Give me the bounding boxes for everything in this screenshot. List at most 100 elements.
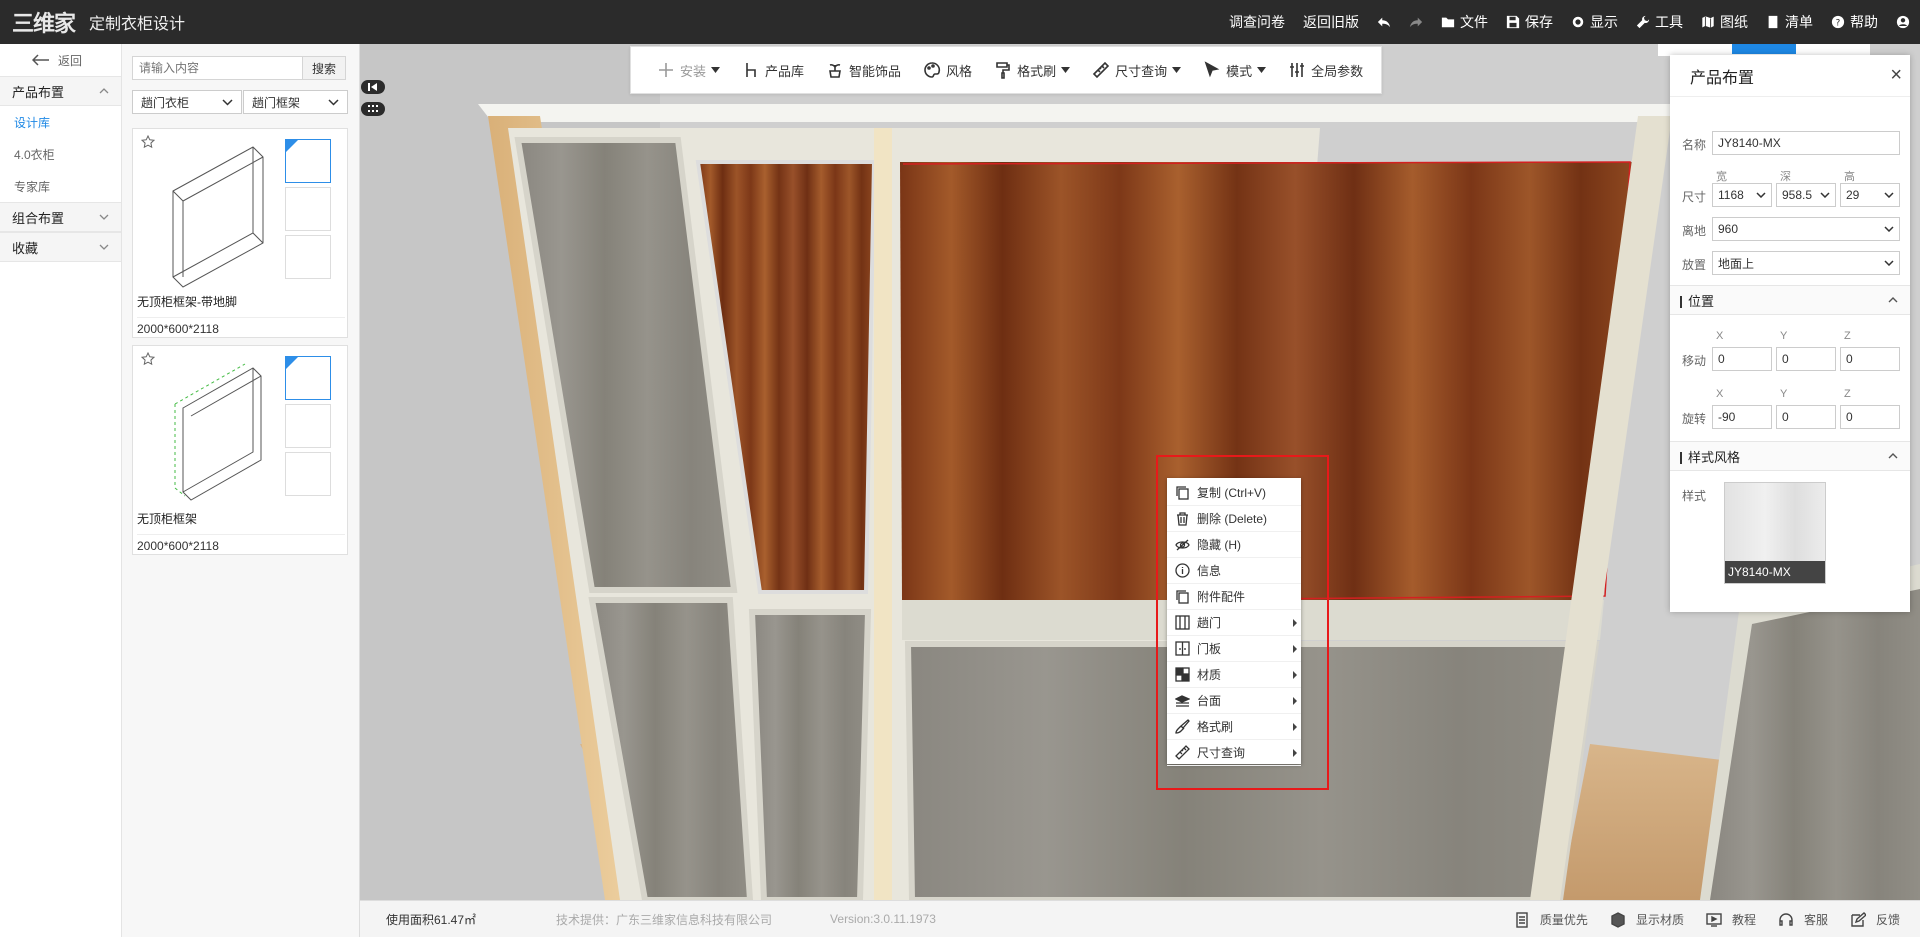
variant-list xyxy=(285,356,331,496)
name-value: JY8140-MX xyxy=(1718,136,1781,150)
width-select[interactable]: 1168 xyxy=(1712,183,1772,207)
variant-thumb[interactable] xyxy=(285,452,331,496)
install-button[interactable]: 安装 xyxy=(657,61,721,80)
product-card[interactable]: 无顶柜框架-带地脚 2000*600*2118 xyxy=(132,128,348,338)
search-row: 搜索 xyxy=(132,56,346,80)
collapse-panel-button[interactable] xyxy=(361,80,385,94)
chevron-down-icon xyxy=(99,244,109,250)
rotate-y-input[interactable]: 0 xyxy=(1776,405,1836,429)
search-input[interactable] xyxy=(132,56,302,80)
move-x-input[interactable]: 0 xyxy=(1712,347,1772,371)
format-brush-button[interactable]: 格式刷 xyxy=(994,61,1071,80)
quality-toggle[interactable]: 质量优先 xyxy=(1514,911,1588,928)
context-menu-item[interactable]: 删除 (Delete) xyxy=(1167,506,1301,532)
context-menu-item[interactable]: 格式刷 xyxy=(1167,714,1301,740)
nav-section-product-layout[interactable]: 产品布置 xyxy=(0,76,121,106)
old-version-link[interactable]: 返回旧版 xyxy=(1303,12,1359,32)
variant-thumb[interactable] xyxy=(285,404,331,448)
icon-slot xyxy=(1167,589,1197,604)
user-avatar[interactable] xyxy=(1896,15,1910,29)
smart-decor-button[interactable]: 智能饰品 xyxy=(826,61,901,80)
nav-item-design-library[interactable]: 设计库 xyxy=(0,106,121,138)
section-marker xyxy=(1680,452,1682,465)
variant-thumb[interactable] xyxy=(285,139,331,183)
search-button[interactable]: 搜索 xyxy=(302,56,346,80)
rotate-x-input[interactable]: -90 xyxy=(1712,405,1772,429)
position-section-header[interactable]: 位置 xyxy=(1670,285,1910,315)
back-button[interactable]: 返回 xyxy=(0,44,121,76)
chevron-down-icon xyxy=(99,214,109,220)
section-marker xyxy=(1680,296,1682,309)
tools-menu[interactable]: 工具 xyxy=(1636,12,1683,32)
product-card[interactable]: 无顶柜框架 2000*600*2118 xyxy=(132,345,348,555)
service-button[interactable]: 客服 xyxy=(1778,911,1828,928)
height-label: 高 xyxy=(1844,171,1855,183)
grid-icon xyxy=(368,105,378,112)
icon-slot xyxy=(1167,485,1197,500)
variant-thumb[interactable] xyxy=(285,235,331,279)
move-label: 移动 xyxy=(1682,354,1707,368)
eye-icon xyxy=(1572,16,1584,28)
caret-down-icon xyxy=(1257,67,1267,73)
type-select[interactable]: 趟门框架 xyxy=(243,90,348,114)
redo-icon xyxy=(1409,17,1423,28)
file-menu[interactable]: 文件 xyxy=(1441,12,1488,32)
nav-section-label: 组合布置 xyxy=(12,210,65,226)
show-material-toggle[interactable]: 显示材质 xyxy=(1610,911,1684,928)
folder-icon xyxy=(1441,17,1455,28)
placement-select[interactable]: 地面上 xyxy=(1712,251,1900,275)
grid-view-button[interactable] xyxy=(361,102,385,116)
context-menu-item[interactable]: 信息 xyxy=(1167,558,1301,584)
rotate-z-input[interactable]: 0 xyxy=(1840,405,1900,429)
style-button[interactable]: 风格 xyxy=(923,61,972,80)
save-button[interactable]: 保存 xyxy=(1506,12,1553,32)
nav-section-combination[interactable]: 组合布置 xyxy=(0,202,121,232)
position-section-title: 位置 xyxy=(1688,293,1715,309)
variant-thumb[interactable] xyxy=(285,187,331,231)
redo-button[interactable] xyxy=(1409,15,1423,29)
nav-section-favorites[interactable]: 收藏 xyxy=(0,232,121,262)
depth-select[interactable]: 958.5 xyxy=(1776,183,1836,207)
tutorial-button[interactable]: 教程 xyxy=(1706,911,1756,928)
global-params-button[interactable]: 全局参数 xyxy=(1288,61,1363,80)
undo-button[interactable] xyxy=(1377,15,1391,29)
help-menu[interactable]: ? 帮助 xyxy=(1831,12,1878,32)
name-field[interactable]: JY8140-MX xyxy=(1712,131,1900,155)
context-menu-label: 格式刷 xyxy=(1197,720,1234,734)
chevron-down-icon xyxy=(1884,260,1894,266)
context-menu-item[interactable]: 趟门 xyxy=(1167,610,1301,636)
close-icon[interactable]: × xyxy=(1890,64,1902,87)
nav-item-expert-library[interactable]: 专家库 xyxy=(0,170,121,202)
dimension-query-button[interactable]: 尺寸查询 xyxy=(1092,61,1182,80)
height-select[interactable]: 29 xyxy=(1840,183,1900,207)
display-menu[interactable]: 显示 xyxy=(1571,12,1618,32)
variant-thumb[interactable] xyxy=(285,356,331,400)
active-panel-tab[interactable] xyxy=(1732,44,1796,54)
product-library-button[interactable]: 产品库 xyxy=(742,61,804,80)
context-menu-item[interactable]: 尺寸查询 xyxy=(1167,740,1301,766)
move-y-input[interactable]: 0 xyxy=(1776,347,1836,371)
category-select[interactable]: 趟门衣柜 xyxy=(132,90,242,114)
nav-item-wardrobe-4[interactable]: 4.0衣柜 xyxy=(0,138,121,170)
chevron-down-icon xyxy=(1884,192,1894,198)
survey-link[interactable]: 调查问卷 xyxy=(1229,12,1285,32)
context-menu-item[interactable]: 隐藏 (H) xyxy=(1167,532,1301,558)
context-menu-item[interactable]: 附件配件 xyxy=(1167,584,1301,610)
mode-button[interactable]: 模式 xyxy=(1203,61,1267,80)
scene-toolbar: 安装 产品库 智能饰品 风格 格式刷 尺寸查询 模式 全局参数 xyxy=(630,46,1382,94)
style-section-header[interactable]: 样式风格 xyxy=(1670,441,1910,471)
context-menu-item[interactable]: 复制 (Ctrl+V) xyxy=(1167,480,1301,506)
properties-title: 产品布置 xyxy=(1690,69,1755,87)
feedback-button[interactable]: 反馈 xyxy=(1850,911,1900,928)
context-menu-item[interactable]: 材质 xyxy=(1167,662,1301,688)
context-menu-item[interactable]: 门板 xyxy=(1167,636,1301,662)
chevron-down-icon xyxy=(328,98,339,106)
icon-slot xyxy=(1167,641,1197,656)
elevation-select[interactable]: 960 xyxy=(1712,217,1900,241)
drawings-menu[interactable]: 图纸 xyxy=(1701,12,1748,32)
style-swatch[interactable]: JY8140-MX xyxy=(1724,482,1826,584)
list-menu[interactable]: 清单 xyxy=(1766,12,1813,32)
context-menu-item[interactable]: 台面 xyxy=(1167,688,1301,714)
properties-panel: 产品布置 × 名称 JY8140-MX 宽 深 高 尺寸 1168 958.5 2… xyxy=(1670,55,1910,612)
move-z-input[interactable]: 0 xyxy=(1840,347,1900,371)
